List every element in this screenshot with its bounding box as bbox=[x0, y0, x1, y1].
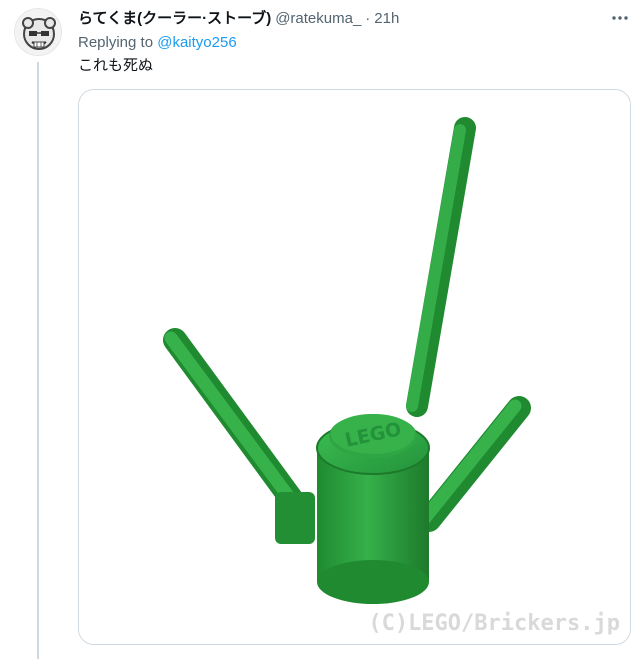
tweet-header: らてくま(クーラー·ストーブ) @ratekuma_ · 21h bbox=[78, 8, 630, 30]
display-name[interactable]: らてくま(クーラー·ストーブ) bbox=[78, 9, 271, 29]
separator-dot: · bbox=[365, 10, 371, 27]
lego-antenna-image: LEGO bbox=[79, 90, 630, 644]
avatar[interactable] bbox=[14, 8, 62, 56]
timestamp[interactable]: 21h bbox=[374, 9, 399, 29]
avatar-column bbox=[0, 0, 78, 659]
media-image[interactable]: LEGO (C)LEGO/Brickers.jp bbox=[78, 89, 631, 645]
more-horizontal-icon bbox=[612, 16, 628, 20]
thread-line bbox=[37, 62, 39, 659]
more-options-button[interactable] bbox=[608, 6, 632, 30]
tweet-text: これも死ぬ bbox=[78, 57, 154, 74]
avatar-image bbox=[15, 9, 61, 55]
replying-to: Replying to @kaityo256 bbox=[78, 33, 237, 53]
replying-to-link[interactable]: @kaityo256 bbox=[157, 34, 236, 51]
tweet[interactable]: らてくま(クーラー·ストーブ) @ratekuma_ · 21h Replyin… bbox=[0, 0, 640, 659]
user-handle[interactable]: @ratekuma_ bbox=[275, 9, 361, 29]
replying-prefix: Replying to bbox=[78, 34, 154, 51]
image-watermark: (C)LEGO/Brickers.jp bbox=[368, 611, 620, 636]
